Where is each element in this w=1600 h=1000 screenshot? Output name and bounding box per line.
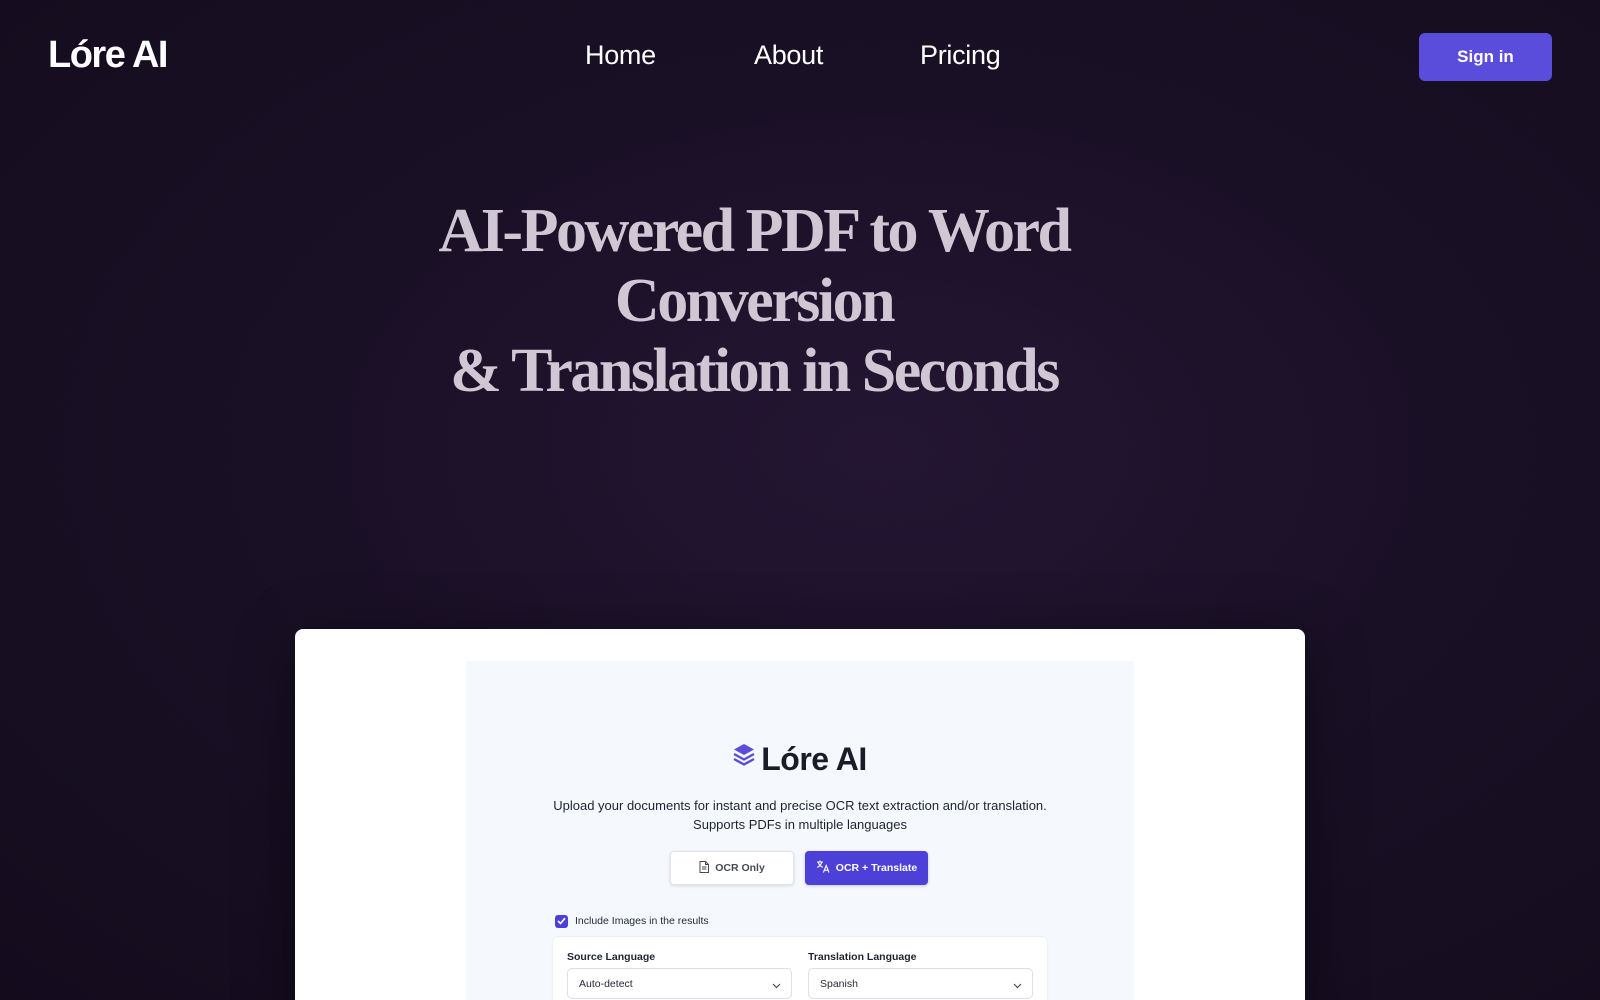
source-language-select[interactable]: Auto-detect	[567, 968, 792, 999]
app-preview-panel: Lóre AI Upload your documents for instan…	[466, 661, 1134, 1000]
hero-title-line-1: AI-Powered PDF to Word Conversion	[438, 197, 1072, 335]
language-settings-panel: Source Language Auto-detect Translation …	[553, 937, 1047, 1000]
source-language-value: Auto-detect	[579, 977, 633, 990]
layers-icon	[733, 738, 755, 775]
app-preview-card: Lóre AI Upload your documents for instan…	[295, 629, 1305, 1000]
check-icon	[557, 917, 566, 925]
app-description: Upload your documents for instant and pr…	[526, 796, 1074, 834]
ocr-translate-button[interactable]: OCR + Translate	[805, 851, 928, 885]
sign-in-button[interactable]: Sign in	[1419, 33, 1552, 81]
hero-title: AI-Powered PDF to Word Conversion & Tran…	[300, 196, 1208, 406]
top-navbar: Lóre AI Home About Pricing Sign in	[0, 0, 1600, 112]
app-title: Lóre AI	[466, 739, 1134, 778]
translation-language-label: Translation Language	[808, 951, 917, 963]
include-images-row: Include Images in the results	[555, 914, 709, 928]
document-icon	[699, 860, 710, 876]
app-description-line-2: Supports PDFs in multiple languages	[693, 817, 907, 832]
chevron-down-icon	[772, 980, 781, 992]
include-images-label: Include Images in the results	[575, 915, 709, 927]
nav-links: Home About Pricing	[0, 40, 1600, 76]
ocr-only-label: OCR Only	[715, 862, 765, 874]
source-language-label: Source Language	[567, 951, 656, 963]
nav-link-about[interactable]: About	[754, 40, 823, 71]
include-images-checkbox[interactable]	[555, 914, 568, 928]
ocr-translate-label: OCR + Translate	[835, 862, 918, 874]
app-title-text: Lóre AI	[761, 741, 867, 778]
ocr-only-button[interactable]: OCR Only	[670, 851, 794, 885]
translate-icon	[816, 860, 830, 876]
nav-link-home[interactable]: Home	[585, 40, 656, 71]
translation-language-select[interactable]: Spanish	[808, 968, 1033, 999]
app-description-line-1: Upload your documents for instant and pr…	[553, 798, 1047, 813]
translation-language-value: Spanish	[820, 977, 858, 990]
chevron-down-icon	[1013, 980, 1022, 992]
nav-link-pricing[interactable]: Pricing	[920, 40, 1001, 71]
hero-title-line-2: & Translation in Seconds	[450, 337, 1060, 405]
